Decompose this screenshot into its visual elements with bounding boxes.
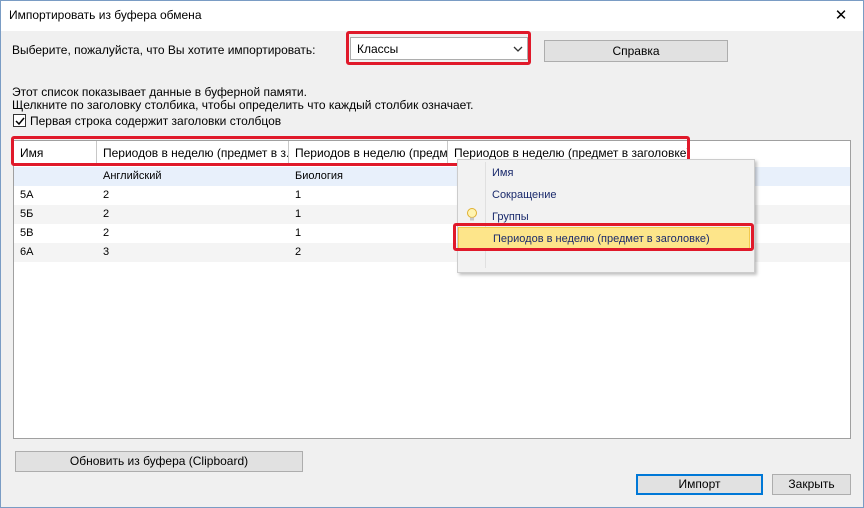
- chevron-down-icon: [513, 46, 523, 52]
- column-header-2[interactable]: Периодов в неделю (предмет в з...: [97, 141, 289, 165]
- table-cell: 2: [103, 189, 110, 201]
- import-type-selected: Классы: [357, 42, 399, 56]
- import-type-select[interactable]: Классы: [350, 37, 528, 60]
- help-button[interactable]: Справка: [544, 40, 728, 62]
- info-text-line1: Этот список показывает данные в буферной…: [12, 85, 307, 99]
- column-context-menu: Имя Сокращение Группы Периодов в неделю …: [457, 159, 755, 273]
- table-cell: 1: [295, 208, 302, 220]
- import-dialog: Импортировать из буфера обмена ✕ Выберит…: [0, 0, 864, 508]
- table-cell: 5А: [20, 189, 34, 201]
- import-button[interactable]: Импорт: [636, 474, 763, 495]
- table-cell: 5Б: [20, 208, 34, 220]
- menu-item-short[interactable]: Сокращение: [488, 184, 750, 206]
- close-icon[interactable]: ✕: [819, 1, 863, 31]
- menu-item-name[interactable]: Имя: [488, 162, 750, 184]
- table-cell: 5В: [20, 227, 34, 239]
- table-cell: 2: [295, 246, 302, 258]
- close-button[interactable]: Закрыть: [772, 474, 851, 495]
- info-text-line2: Щелкните по заголовку столбика, чтобы оп…: [12, 98, 474, 112]
- table-cell: 1: [295, 189, 302, 201]
- column-header-3[interactable]: Периодов в неделю (предм...: [289, 141, 448, 165]
- checkmark-icon: [15, 117, 25, 126]
- menu-item-groups[interactable]: Группы: [488, 206, 750, 228]
- refresh-clipboard-button[interactable]: Обновить из буфера (Clipboard): [15, 451, 303, 472]
- window-title: Импортировать из буфера обмена: [9, 8, 202, 22]
- column-header-1[interactable]: Имя: [14, 141, 97, 165]
- menu-item-periods-active[interactable]: Периодов в неделю (предмет в заголовке): [458, 227, 750, 249]
- table-cell: 2: [103, 208, 110, 220]
- title-bar: Импортировать из буфера обмена ✕: [1, 1, 863, 31]
- lightbulb-icon: [467, 208, 477, 221]
- menu-gutter: [485, 162, 486, 268]
- table-cell: Биология: [295, 170, 344, 182]
- table-cell: 2: [103, 227, 110, 239]
- first-row-header-label: Первая строка содержит заголовки столбцо…: [30, 114, 282, 128]
- first-row-header-checkbox[interactable]: [13, 114, 26, 127]
- table-cell: [14, 167, 97, 186]
- table-cell: 6А: [20, 246, 34, 258]
- table-cell: 3: [103, 246, 110, 258]
- table-cell: 1: [295, 227, 302, 239]
- import-type-label: Выберите, пожалуйста, что Вы хотите импо…: [12, 43, 316, 57]
- table-cell: Английский: [103, 170, 162, 182]
